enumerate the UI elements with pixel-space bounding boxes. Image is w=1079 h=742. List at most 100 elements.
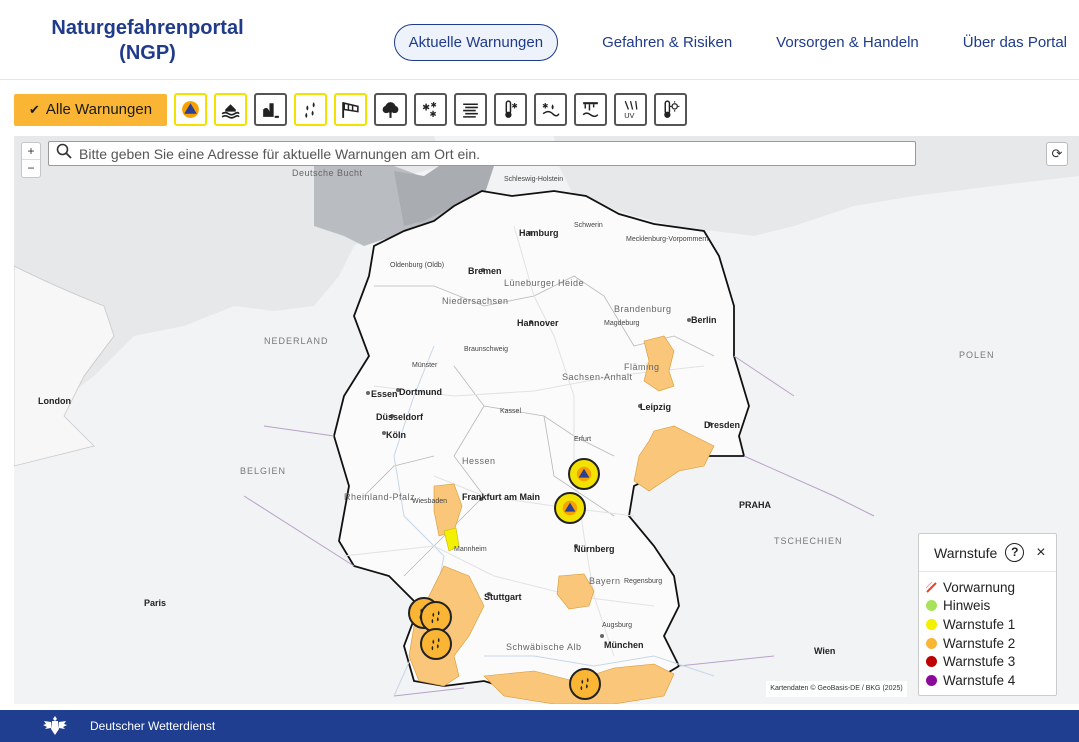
thunderstorm-icon [382, 102, 399, 118]
filter-frost[interactable]: ✱ [494, 93, 527, 126]
level-swatch [926, 618, 937, 630]
close-icon[interactable]: × [1036, 544, 1045, 562]
map-label-city: Schwerin [574, 222, 603, 229]
map-label-city: PRAHA [739, 500, 772, 510]
footer-label[interactable]: Deutscher Wetterdienst [90, 719, 215, 733]
map-label-region: Hessen [462, 456, 496, 466]
flood-icon [221, 104, 240, 119]
legend-item-warnstufe-2: Warnstufe 2 [919, 634, 1056, 653]
brand-abbrev: (NGP) [119, 42, 176, 64]
filter-flood[interactable] [214, 93, 247, 126]
filter-storm-surge[interactable] [254, 93, 287, 126]
map-label-country: NEDERLAND [264, 336, 329, 346]
heavy-rain-icon [305, 102, 315, 118]
svg-text:✱: ✱ [429, 109, 436, 119]
map-label-region: Fläming [624, 362, 660, 372]
map-label-city: Berlin [691, 315, 717, 325]
level-swatch [926, 600, 937, 612]
nav-ueber-das-portal[interactable]: Über das Portal [963, 34, 1067, 51]
storm-surge-icon [263, 103, 279, 118]
map-label-city: Augsburg [602, 622, 632, 629]
map-label-city: Kassel [500, 408, 522, 415]
filter-snow[interactable]: ✱ ✱ ✱ [414, 93, 447, 126]
wind-icon [342, 102, 359, 118]
filter-heat[interactable] [654, 93, 687, 126]
federal-eagle-icon [43, 716, 67, 735]
filter-heavy-rain[interactable] [294, 93, 327, 126]
warning-marker-heavy-rain[interactable] [420, 628, 452, 660]
map-label-city: Mannheim [454, 546, 487, 553]
map-label-region: Sachsen-Anhalt [562, 372, 633, 382]
legend-item-warnstufe-3: Warnstufe 3 [919, 652, 1056, 671]
map-label-city: Nürnberg [574, 544, 615, 554]
warning-marker-civil-protection[interactable] [568, 458, 600, 490]
help-icon[interactable]: ? [1005, 543, 1025, 562]
nav-aktuelle-warnungen[interactable]: Aktuelle Warnungen [393, 23, 559, 61]
svg-text:✱: ✱ [542, 101, 548, 110]
map-label-city: Essen [371, 389, 398, 399]
legend-item-warnstufe-4: Warnstufe 4 [919, 671, 1056, 690]
map-label-region: Brandenburg [614, 304, 672, 314]
map-label-city: London [38, 396, 71, 406]
thaw-icon [582, 102, 599, 118]
heavy-rain-icon [580, 677, 589, 691]
legend-item-warnstufe-1: Warnstufe 1 [919, 615, 1056, 634]
map-label-city: Hannover [517, 318, 559, 328]
map-label-city: Düsseldorf [376, 412, 424, 422]
site-footer: Deutscher Wetterdienst [0, 710, 1079, 742]
map-attribution: Kartendaten © GeoBasis-DE / BKG (2025) [766, 681, 907, 697]
filter-thunderstorm[interactable] [374, 93, 407, 126]
map-label-city: Braunschweig [464, 346, 508, 353]
legend-item-hinweis: Hinweis [919, 597, 1056, 616]
map-label-city: Magdeburg [604, 320, 640, 327]
map-label-region: Lüneburger Heide [504, 278, 585, 288]
map-label-region: Schleswig-Holstein [504, 176, 564, 183]
filter-fog[interactable] [454, 93, 487, 126]
map-label-city: Wiesbaden [412, 498, 448, 505]
map-label-city: Stuttgart [484, 592, 522, 602]
site-header: Naturgefahrenportal (NGP) Aktuelle Warnu… [0, 0, 1079, 80]
map-label-city: Münster [412, 362, 438, 369]
map-label-city: Dortmund [399, 387, 442, 397]
address-search-input[interactable] [79, 145, 915, 162]
nav-gefahren-risiken[interactable]: Gefahren & Risiken [602, 34, 732, 51]
map-label-city: Wien [814, 646, 836, 656]
nav-vorsorgen-handeln[interactable]: Vorsorgen & Handeln [776, 34, 919, 51]
map-label-city: Frankfurt am Main [462, 492, 541, 502]
address-search [48, 141, 916, 166]
map-label-city: Köln [386, 430, 406, 440]
filter-thaw[interactable] [574, 93, 607, 126]
map-label-city: Hamburg [519, 228, 559, 238]
warning-marker-civil-protection[interactable] [554, 492, 586, 524]
zoom-out-button[interactable]: − [22, 160, 40, 177]
civil-protection-icon [182, 101, 199, 118]
warning-marker-heavy-rain[interactable] [569, 668, 601, 700]
uv-icon: UV [624, 100, 638, 120]
map-label-country: POLEN [959, 350, 995, 360]
civil-protection-icon [576, 466, 592, 482]
main-nav: Aktuelle Warnungen Gefahren & Risiken Vo… [393, 23, 1079, 61]
civil-protection-icon [562, 500, 578, 516]
map-label-city: Paris [144, 598, 167, 608]
map-label-city: Oldenburg (Oldb) [390, 262, 445, 269]
filter-civil-protection[interactable] [174, 93, 207, 126]
map-zoom-control: + − [21, 142, 41, 178]
filter-black-ice[interactable]: ✱ [534, 93, 567, 126]
legend-header: Warnstufe ? × [919, 534, 1056, 572]
level-swatch [926, 674, 937, 686]
black-ice-icon: ✱ [542, 101, 560, 117]
map-label-region: Mecklenburg-Vorpommern [626, 236, 709, 243]
filter-uv[interactable]: UV [614, 93, 647, 126]
map-label-city: Dresden [704, 420, 741, 430]
snow-icon: ✱ ✱✱ [422, 100, 437, 119]
map-label-country: TSCHECHIEN [774, 536, 843, 546]
filter-wind[interactable] [334, 93, 367, 126]
all-warnings-label: Alle Warnungen [45, 101, 153, 118]
zoom-in-button[interactable]: + [22, 143, 40, 160]
warning-level-legend: Warnstufe ? × Vorwarnung Hinweis Warnstu… [918, 533, 1057, 696]
heavy-rain-icon [431, 637, 440, 651]
reset-view-button[interactable]: ⟳ [1046, 142, 1068, 166]
all-warnings-button[interactable]: ✔ Alle Warnungen [14, 93, 167, 126]
search-icon [49, 143, 79, 164]
site-logo-title[interactable]: Naturgefahrenportal (NGP) [40, 16, 255, 66]
